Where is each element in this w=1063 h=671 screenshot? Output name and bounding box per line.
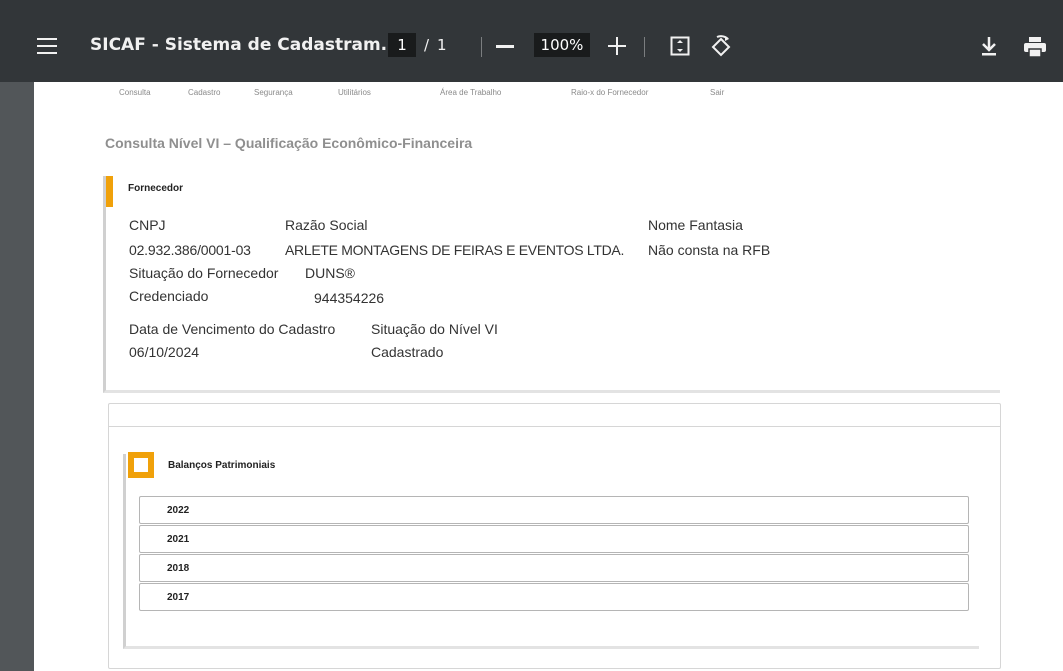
- document-title: SICAF - Sistema de Cadastram...: [90, 35, 401, 55]
- zoom-in-icon[interactable]: [608, 37, 626, 55]
- rotate-icon[interactable]: [708, 34, 734, 60]
- razao-social-label: Razão Social: [285, 217, 368, 233]
- toolbar-divider: [644, 37, 645, 57]
- situacao-fornecedor-value: Credenciado: [129, 288, 209, 304]
- page-separator: /: [424, 36, 430, 54]
- year-label: 2018: [167, 563, 190, 574]
- card-header-divider: [108, 426, 1001, 427]
- duns-label: DUNS®: [305, 265, 355, 281]
- print-icon[interactable]: [1023, 37, 1047, 57]
- year-row-2018[interactable]: 2018: [139, 554, 969, 582]
- vencimento-value: 06/10/2024: [129, 344, 200, 360]
- nome-fantasia-value: Não consta na RFB: [648, 242, 771, 258]
- balancos-section-header: Balanços Patrimoniais: [168, 460, 276, 471]
- situacao-nivel-value: Cadastrado: [371, 344, 444, 360]
- page-title: Consulta Nível VI – Qualificação Econômi…: [105, 135, 473, 151]
- nav-link-raio-x-do-fornecedor[interactable]: Raio-x do Fornecedor: [571, 88, 648, 97]
- year-row-2017[interactable]: 2017: [139, 583, 969, 611]
- duns-value: 944354226: [314, 290, 385, 306]
- pdf-toolbar: SICAF - Sistema de Cadastram... 1 / 1 10…: [0, 0, 1063, 82]
- cnpj-value: 02.932.386/0001-03: [129, 242, 251, 258]
- nome-fantasia-label: Nome Fantasia: [648, 217, 743, 233]
- nav-link-consulta[interactable]: Consulta: [119, 88, 151, 97]
- zoom-level-input[interactable]: 100%: [534, 33, 590, 57]
- checkbox-icon: [128, 452, 154, 478]
- fornecedor-section-header: Fornecedor: [128, 183, 184, 194]
- fornecedor-panel: [103, 176, 1000, 393]
- cnpj-label: CNPJ: [129, 217, 166, 233]
- zoom-out-icon[interactable]: [496, 45, 514, 48]
- situacao-fornecedor-label: Situação do Fornecedor: [129, 265, 279, 281]
- year-label: 2017: [167, 592, 190, 603]
- nav-link-seguranca[interactable]: Segurança: [254, 88, 293, 97]
- razao-social-value: ARLETE MONTAGENS DE FEIRAS E EVENTOS LTD…: [285, 242, 625, 258]
- year-row-2021[interactable]: 2021: [139, 525, 969, 553]
- vencimento-label: Data de Vencimento do Cadastro: [129, 321, 336, 337]
- pdf-page: Consulta Cadastro Segurança Utilitários …: [34, 82, 1063, 671]
- menu-icon[interactable]: [37, 38, 57, 54]
- toolbar-divider: [481, 37, 482, 57]
- nav-link-sair[interactable]: Sair: [710, 88, 724, 97]
- nav-link-cadastro[interactable]: Cadastro: [188, 88, 220, 97]
- year-label: 2022: [167, 505, 190, 516]
- situacao-nivel-label: Situação do Nível VI: [371, 321, 498, 337]
- page-total: 1: [437, 36, 447, 54]
- year-label: 2021: [167, 534, 190, 545]
- page-number-input[interactable]: 1: [388, 33, 416, 57]
- nav-link-area-de-trabalho[interactable]: Área de Trabalho: [440, 88, 501, 97]
- fit-page-icon[interactable]: [670, 36, 690, 56]
- section-accent-bar: [106, 176, 113, 207]
- nav-link-utilitarios[interactable]: Utilitários: [338, 88, 371, 97]
- download-icon[interactable]: [980, 36, 998, 56]
- year-row-2022[interactable]: 2022: [139, 496, 969, 524]
